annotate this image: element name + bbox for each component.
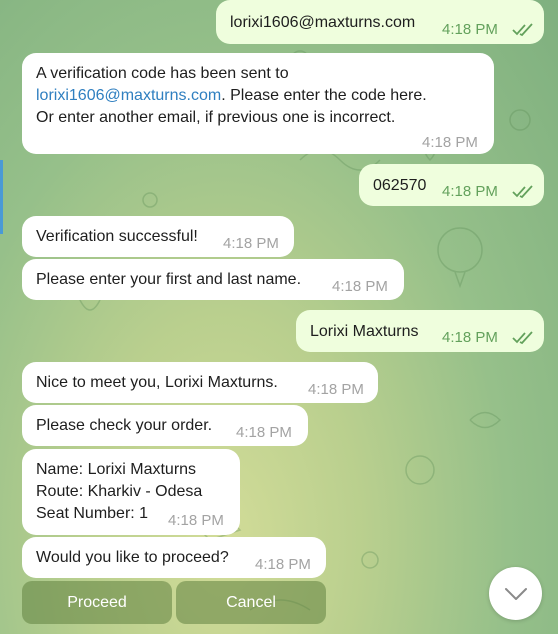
outgoing-message-code[interactable]: 062570 4:18 PM: [359, 164, 544, 206]
message-time: 4:18 PM: [308, 381, 364, 398]
scroll-down-button[interactable]: [489, 567, 542, 620]
order-seat: Seat Number: 1: [36, 505, 149, 522]
message-text: Please check your order.: [36, 417, 213, 434]
message-time: 4:18 PM: [236, 424, 292, 441]
message-time: 4:18 PM: [332, 278, 388, 295]
message-time: 4:18 PM: [422, 134, 478, 151]
message-time: 4:18 PM: [168, 512, 224, 529]
cancel-button[interactable]: Cancel: [176, 581, 326, 624]
message-time: 4:18 PM: [442, 329, 498, 346]
incoming-message-order-summary[interactable]: Name: Lorixi Maxturns Route: Kharkiv - O…: [22, 449, 240, 535]
message-text: Would you like to proceed?: [36, 549, 229, 566]
incoming-message-check-order[interactable]: Please check your order. 4:18 PM: [22, 405, 308, 446]
email-link[interactable]: lorixi1606@maxturns.com: [36, 87, 221, 104]
outgoing-message-name[interactable]: Lorixi Maxturns 4:18 PM: [296, 310, 544, 352]
message-time: 4:18 PM: [223, 235, 279, 252]
order-route: Route: Kharkiv - Odesa: [36, 483, 203, 500]
proceed-button[interactable]: Proceed: [22, 581, 172, 624]
incoming-message-enter-name[interactable]: Please enter your first and last name. 4…: [22, 259, 404, 300]
message-text: Verification successful!: [36, 228, 198, 245]
message-line: A verification code has been sent to: [36, 65, 289, 82]
left-accent-bar: [0, 160, 3, 234]
incoming-message-verification-sent[interactable]: A verification code has been sent to lor…: [22, 53, 494, 154]
message-time: 4:18 PM: [442, 21, 498, 38]
message-text: 062570: [373, 177, 427, 194]
message-text: Nice to meet you, Lorixi Maxturns.: [36, 374, 278, 391]
incoming-message-greeting[interactable]: Nice to meet you, Lorixi Maxturns. 4:18 …: [22, 362, 378, 403]
order-name: Name: Lorixi Maxturns: [36, 461, 197, 478]
incoming-message-verification-success[interactable]: Verification successful! 4:18 PM: [22, 216, 294, 257]
message-time: 4:18 PM: [442, 183, 498, 200]
incoming-message-proceed-question[interactable]: Would you like to proceed? 4:18 PM: [22, 537, 326, 578]
chevron-down-icon: [504, 587, 527, 600]
message-line: lorixi1606@maxturns.com. Please enter th…: [36, 87, 427, 104]
double-check-icon: [512, 331, 533, 345]
outgoing-message-email[interactable]: lorixi1606@maxturns.com 4:18 PM: [216, 0, 544, 44]
message-line: Or enter another email, if previous one …: [36, 109, 396, 126]
message-text: Please enter your first and last name.: [36, 271, 302, 288]
double-check-icon: [512, 185, 533, 199]
email-link[interactable]: lorixi1606@maxturns.com: [230, 12, 415, 34]
message-time: 4:18 PM: [255, 556, 311, 573]
message-text: Lorixi Maxturns: [310, 323, 419, 340]
double-check-icon: [512, 23, 533, 37]
